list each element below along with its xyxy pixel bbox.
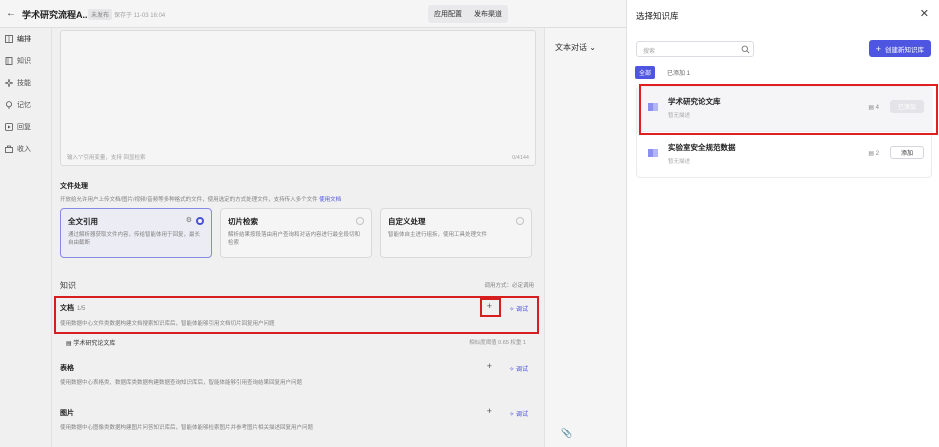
modal-backdrop[interactable] xyxy=(0,0,626,447)
knowledge-base-icon xyxy=(648,149,658,157)
search-input[interactable]: 搜索 xyxy=(636,41,754,57)
list-item[interactable]: 实验室安全规范数据 暂无描述 ▤ 2 添加 xyxy=(637,133,933,178)
kb-desc: 暂无描述 xyxy=(668,159,691,165)
filter-all[interactable]: 全部 xyxy=(635,66,656,79)
kb-name: 实验室安全规范数据 xyxy=(668,143,736,152)
close-icon[interactable]: ✕ xyxy=(920,7,929,20)
kb-file-count-value: 2 xyxy=(875,151,879,157)
filter-added[interactable]: 已添加 1 xyxy=(663,66,694,79)
search-placeholder: 搜索 xyxy=(643,49,656,55)
kb-file-count: ▤ 2 xyxy=(868,151,879,157)
plus-icon: + xyxy=(875,43,881,54)
create-knowledge-button[interactable]: + 创建新知识库 xyxy=(868,40,931,57)
highlight-first-kb xyxy=(639,84,938,135)
search-icon[interactable] xyxy=(741,45,750,54)
create-knowledge-label: 创建新知识库 xyxy=(885,46,924,54)
add-button[interactable]: 添加 xyxy=(890,146,924,159)
select-knowledge-modal: 选择知识库 ✕ 搜索 + 创建新知识库 全部 已添加 1 学术研究论文库 暂无描… xyxy=(626,0,939,447)
modal-title: 选择知识库 xyxy=(636,11,679,21)
